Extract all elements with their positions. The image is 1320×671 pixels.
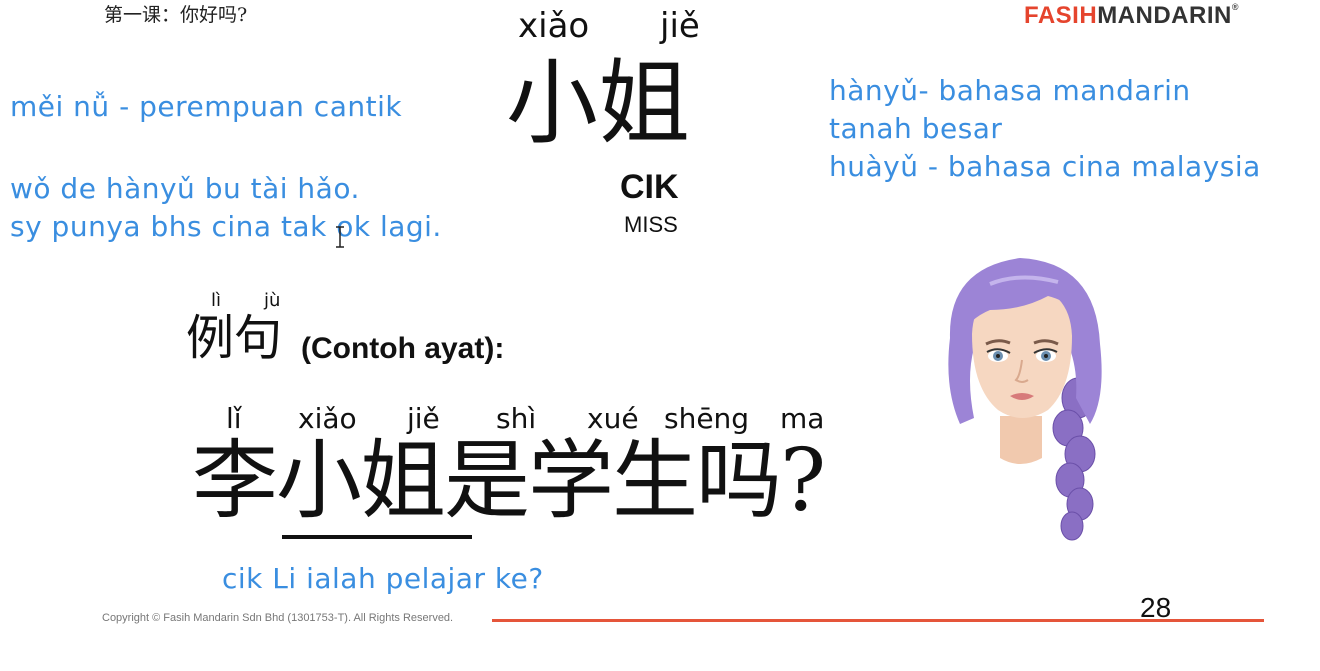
sentence-hanzi-xiaojie: 小姐 bbox=[276, 431, 446, 531]
text-cursor-icon bbox=[336, 226, 344, 248]
logo-part-mandarin: MANDARIN bbox=[1097, 2, 1232, 29]
note-wo-de-hanyu: wǒ de hànyǔ bu tài hǎo. bbox=[10, 172, 360, 205]
vocab-meaning-english: MISS bbox=[624, 212, 678, 237]
brand-logo: FASIHMANDARIN® bbox=[1024, 2, 1239, 30]
note-mei-nu: měi nǚ - perempuan cantik bbox=[10, 90, 403, 123]
lesson-title: 第一课：你好吗? bbox=[104, 4, 248, 26]
vocab-meaning-malay: CIK bbox=[620, 168, 679, 206]
vocab-hanzi: 小姐 bbox=[506, 50, 691, 157]
copyright-notice: Copyright © Fasih Mandarin Sdn Bhd (1301… bbox=[102, 612, 454, 624]
example-heading-pinyin-ju: jù bbox=[264, 290, 281, 311]
page-number: 28 bbox=[1140, 592, 1172, 623]
note-huayu: huàyǔ - bahasa cina malaysia bbox=[829, 150, 1261, 183]
note-malay-translation: sy punya bhs cina tak ok lagi. bbox=[10, 210, 442, 243]
vocab-underline bbox=[282, 535, 472, 539]
girl-with-braid-illustration bbox=[948, 258, 1102, 541]
example-heading-label: (Contoh ayat): bbox=[301, 332, 505, 365]
sentence-hanzi-rest: 是学生吗? bbox=[444, 431, 826, 531]
logo-part-fasih: FASIH bbox=[1024, 2, 1098, 29]
vocab-pinyin-xiao: xiǎo bbox=[518, 6, 590, 46]
sentence-hanzi-li: 李 bbox=[192, 431, 278, 531]
note-hanyu: hànyǔ- bahasa mandarin bbox=[829, 74, 1191, 107]
vocab-pinyin-jie: jiě bbox=[660, 6, 700, 46]
example-heading-pinyin-li: lì bbox=[211, 290, 222, 311]
example-heading-hanzi: 例句 bbox=[186, 310, 283, 366]
example-sentence-hanzi: 李小姐是学生吗? bbox=[192, 438, 826, 524]
sentence-translation: cik Li ialah pelajar ke? bbox=[222, 562, 544, 595]
logo-registered-mark: ® bbox=[1231, 2, 1239, 12]
note-tanah-besar: tanah besar bbox=[829, 112, 1003, 145]
